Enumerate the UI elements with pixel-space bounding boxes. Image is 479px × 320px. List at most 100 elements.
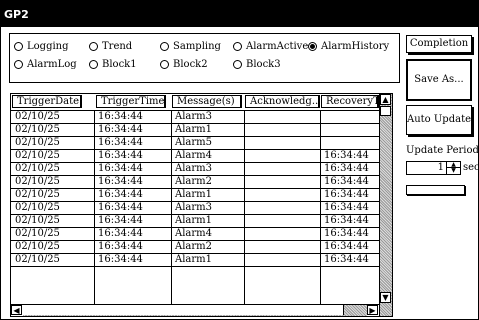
table-cell: 02/10/25 [15, 202, 60, 213]
scroll-right-arrow-icon[interactable]: ▶ [367, 305, 378, 315]
table-cell: 02/10/25 [15, 215, 60, 226]
table-cell: 02/10/25 [15, 241, 60, 252]
radio-circle-icon [160, 42, 169, 51]
table-cell [245, 150, 320, 162]
update-period-value[interactable]: 1 [438, 162, 444, 174]
radio-selected-icon [308, 42, 317, 51]
table-cell: 02/10/25 [15, 189, 60, 200]
column-header-acknowledge[interactable]: Acknowledg... [245, 95, 320, 108]
radio-alarmlog[interactable]: AlarmLog [14, 59, 77, 70]
table-cell [321, 111, 379, 123]
radio-circle-icon [14, 42, 23, 51]
table-cell: 16:34:44 [98, 137, 143, 148]
radio-alarmhistory[interactable]: AlarmHistory [308, 41, 389, 52]
radio-logging[interactable]: Logging [14, 41, 69, 52]
table-cell: Alarm1 [175, 215, 213, 226]
table-cell: 16:34:44 [98, 215, 143, 226]
table-row[interactable]: 02/10/25 16:34:44 Alarm2 16:34:44 [11, 176, 379, 189]
radio-trend[interactable]: Trend [89, 41, 132, 52]
table-cell: Alarm3 [175, 163, 213, 174]
radio-block2[interactable]: Block2 [160, 59, 208, 70]
table-cell: 16:34:44 [324, 215, 369, 226]
table-row[interactable]: 02/10/25 16:34:44 Alarm1 16:34:44 [11, 189, 379, 202]
column-header-triggertime[interactable]: TriggerTime [96, 95, 166, 108]
table-cell: 16:34:44 [98, 150, 143, 161]
radio-block1[interactable]: Block1 [89, 59, 137, 70]
table-cell: 16:34:44 [98, 176, 143, 187]
radio-alarmactive[interactable]: AlarmActive [233, 41, 308, 52]
spin-arrows-icon[interactable]: ▲ ▼ [446, 162, 460, 174]
auto-update-button[interactable]: Auto Update [406, 105, 472, 135]
table-cell: Alarm4 [175, 150, 213, 161]
table-row[interactable]: 02/10/25 16:34:44 Alarm5 [11, 137, 379, 150]
table-row[interactable]: 02/10/25 16:34:44 Alarm1 16:34:44 [11, 254, 379, 267]
radio-circle-icon [233, 60, 242, 69]
radio-circle-icon [89, 42, 98, 51]
table-header: TriggerDate TriggerTime Message(s) Ackno… [11, 94, 392, 111]
table-cell: 02/10/25 [15, 176, 60, 187]
table-cell: 16:34:44 [324, 228, 369, 239]
table-cell: Alarm4 [175, 228, 213, 239]
table-row[interactable]: 02/10/25 16:34:44 Alarm1 [11, 124, 379, 137]
table-cell: 02/10/25 [15, 254, 60, 265]
table-cell: Alarm3 [175, 202, 213, 213]
table-cell: 16:34:44 [98, 189, 143, 200]
scroll-up-arrow-icon[interactable]: ▲ [380, 94, 391, 105]
table-body: 02/10/25 16:34:44 Alarm3 02/10/25 16:34:44 Al… [11, 111, 379, 267]
table-cell: 16:34:44 [98, 202, 143, 213]
scroll-down-arrow-icon[interactable]: ▼ [380, 292, 391, 303]
completion-button[interactable]: Completion [406, 35, 472, 53]
radio-block3[interactable]: Block3 [233, 59, 281, 70]
table-row[interactable]: 02/10/25 16:34:44 Alarm1 16:34:44 [11, 215, 379, 228]
vertical-scrollbar[interactable]: ▲ ▼ [379, 94, 392, 316]
table-cell [245, 189, 320, 201]
column-header-recoverytm[interactable]: RecoveryTm [321, 95, 379, 108]
table-cell: Alarm2 [175, 241, 213, 252]
table-cell: 16:34:44 [324, 241, 369, 252]
main-window: Logging Trend Sampling AlarmActive Alarm… [0, 26, 479, 320]
title-bar: GP2 [0, 0, 479, 26]
table-cell: 16:34:44 [98, 241, 143, 252]
table-cell: 16:34:44 [98, 111, 143, 122]
table-cell: 16:34:44 [324, 176, 369, 187]
radio-circle-icon [14, 60, 23, 69]
table-cell [245, 254, 320, 266]
column-header-triggerdate[interactable]: TriggerDate [12, 95, 82, 108]
table-cell: 16:34:44 [98, 124, 143, 135]
save-as-button[interactable]: Save As... [406, 59, 472, 101]
radio-sampling[interactable]: Sampling [160, 41, 221, 52]
table-cell [321, 124, 379, 136]
table-cell: Alarm1 [175, 254, 213, 265]
table-cell: Alarm2 [175, 176, 213, 187]
table-cell: Alarm1 [175, 124, 213, 135]
radio-circle-icon [233, 42, 242, 51]
horizontal-scrollbar[interactable]: ◀ ▶ [11, 304, 379, 316]
horizontal-scroll-thumb[interactable] [23, 305, 344, 315]
table-cell: 16:34:44 [324, 189, 369, 200]
table-cell: 02/10/25 [15, 163, 60, 174]
alarm-history-table: TriggerDate TriggerTime Message(s) Ackno… [10, 93, 393, 317]
update-period-unit: sec [463, 162, 479, 173]
table-row[interactable]: 02/10/25 16:34:44 Alarm3 [11, 111, 379, 124]
table-cell [245, 163, 320, 175]
table-row[interactable]: 02/10/25 16:34:44 Alarm3 16:34:44 [11, 202, 379, 215]
column-header-messages[interactable]: Message(s) [172, 95, 242, 108]
radio-circle-icon [160, 60, 169, 69]
table-cell [245, 137, 320, 149]
completion-label: Completion [409, 38, 469, 49]
table-cell [245, 111, 320, 123]
scroll-thumb[interactable] [380, 106, 391, 116]
table-cell: 02/10/25 [15, 111, 60, 122]
table-row[interactable]: 02/10/25 16:34:44 Alarm4 16:34:44 [11, 150, 379, 163]
table-cell: 02/10/25 [15, 150, 60, 161]
table-cell [245, 215, 320, 227]
table-cell [321, 137, 379, 149]
table-cell: Alarm5 [175, 137, 213, 148]
table-cell: 16:34:44 [324, 202, 369, 213]
update-period-spinbox[interactable]: 1 ▲ ▼ [406, 161, 461, 175]
table-row[interactable]: 02/10/25 16:34:44 Alarm3 16:34:44 [11, 163, 379, 176]
scroll-left-arrow-icon[interactable]: ◀ [11, 305, 22, 315]
mode-radio-group: Logging Trend Sampling AlarmActive Alarm… [9, 33, 400, 83]
table-row[interactable]: 02/10/25 16:34:44 Alarm4 16:34:44 [11, 228, 379, 241]
table-row[interactable]: 02/10/25 16:34:44 Alarm2 16:34:44 [11, 241, 379, 254]
